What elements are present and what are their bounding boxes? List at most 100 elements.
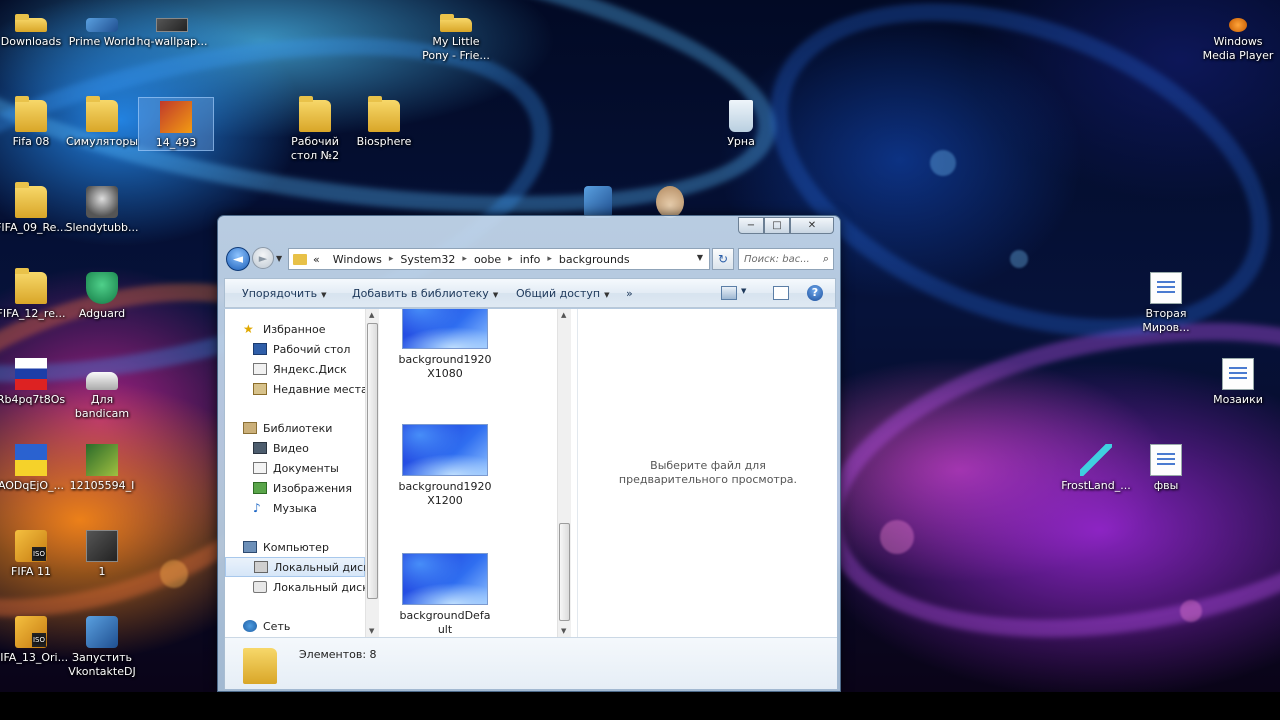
nav-favorites[interactable]: ★ Избранное <box>225 319 365 339</box>
desktop-icon-fifa-11[interactable]: FIFA 11 <box>0 530 69 579</box>
scroll-down-arrow[interactable]: ▼ <box>561 627 566 635</box>
nav-documents[interactable]: Документы <box>225 458 365 478</box>
refresh-button[interactable]: ↻ <box>712 248 734 270</box>
share-menu[interactable]: Общий доступ ▼ <box>516 287 609 300</box>
desktop-icon-adguard[interactable]: Adguard <box>64 272 140 321</box>
nav-label: Документы <box>273 461 339 475</box>
desktop-icon-desktop-2[interactable]: Рабочий стол №2 <box>277 96 353 163</box>
desktop-icon-label: FIFA_13_Ori... <box>0 651 69 664</box>
desktop-icon-frostland[interactable]: FrostLand_... <box>1058 444 1134 493</box>
close-button[interactable]: ✕ <box>790 217 834 234</box>
add-to-library-menu[interactable]: Добавить в библиотеку ▼ <box>352 287 498 300</box>
scroll-up-arrow[interactable]: ▲ <box>369 311 374 319</box>
address-overflow-chevron[interactable]: « <box>313 253 320 266</box>
explorer-window[interactable]: − □ ✕ ◄ ► ▼ « Windows ▸ System32 ▸ oobe … <box>217 215 841 692</box>
breadcrumb-windows[interactable]: Windows <box>333 253 382 266</box>
video-icon <box>253 442 267 454</box>
image-file-icon <box>86 530 118 562</box>
nav-yandex-disk[interactable]: Яндекс.Диск <box>225 359 365 379</box>
file-item[interactable]: background1920 X1200 <box>397 424 493 508</box>
scroll-down-arrow[interactable]: ▼ <box>369 627 374 635</box>
view-options-dropdown[interactable]: ▼ <box>741 287 746 295</box>
folder-icon <box>293 253 307 265</box>
maximize-button[interactable]: □ <box>764 217 790 234</box>
breadcrumb-info[interactable]: info <box>520 253 541 266</box>
desktop-icon-downloads[interactable]: Downloads <box>0 14 69 49</box>
desktop-icon-label: Adguard <box>78 307 126 320</box>
desktop-icon-prime-world[interactable]: Prime World <box>64 18 140 49</box>
file-item[interactable]: background1920 X1080 <box>397 309 493 381</box>
desktop-icon-14-493[interactable]: 14_493 <box>138 97 214 151</box>
desktop-icon-12105594[interactable]: 12105594_I <box>64 444 140 493</box>
nav-pane-scrollbar[interactable]: ▲ ▼ <box>365 309 379 637</box>
desktop-icon-fifa-08[interactable]: Fifa 08 <box>0 96 69 149</box>
desktop-icon-fifa-09[interactable]: FIFA_09_Re... <box>0 182 69 235</box>
desktop-icon-my-little-pony[interactable]: My Little Pony - Frie... <box>418 14 494 63</box>
chevron-down-icon: ▼ <box>604 291 610 299</box>
desktop-icon-biosphere[interactable]: Biosphere <box>346 96 422 149</box>
scroll-up-arrow[interactable]: ▲ <box>561 311 566 319</box>
address-bar[interactable]: « Windows ▸ System32 ▸ oobe ▸ info ▸ bac… <box>288 248 710 270</box>
nav-desktop[interactable]: Рабочий стол <box>225 339 365 359</box>
nav-video[interactable]: Видео <box>225 438 365 458</box>
nav-recent-places[interactable]: Недавние места <box>225 379 365 399</box>
nav-label: Избранное <box>263 322 326 336</box>
file-name: X1200 <box>427 494 463 507</box>
view-options-icon[interactable] <box>721 286 737 300</box>
desktop-icon-aodqejo[interactable]: AODqEjO_... <box>0 444 69 493</box>
sword-icon <box>1080 444 1112 476</box>
breadcrumb-separator[interactable]: ▸ <box>462 254 467 264</box>
desktop-icon-fvy[interactable]: фвы <box>1128 444 1204 493</box>
back-button[interactable]: ◄ <box>226 247 250 271</box>
scrollbar-thumb[interactable] <box>367 323 378 599</box>
recent-pages-dropdown[interactable]: ▼ <box>276 254 282 263</box>
desktop-icon-recycle-bin[interactable]: Урна <box>703 100 779 149</box>
desktop-icon-vkontaktedj[interactable]: Запустить VkontakteDJ <box>64 616 140 679</box>
desktop-icon-fifa-13[interactable]: FIFA_13_Ori... <box>0 616 69 665</box>
scrollbar-thumb[interactable] <box>559 523 570 621</box>
search-input[interactable]: Поиск: bac... ⌕ <box>738 248 834 270</box>
address-dropdown[interactable]: ▼ <box>697 253 703 262</box>
desktop-icon-label: 14_493 <box>155 136 197 149</box>
desktop-icon-fifa-12[interactable]: FIFA_12_re... <box>0 268 69 321</box>
desktop-icon-slendytubbies[interactable]: Slendytubb... <box>64 186 140 235</box>
desktop-icon-bandicam[interactable]: Для bandicam <box>64 358 140 421</box>
desktop-icon-label: Rb4pq7t8Os <box>0 393 66 406</box>
desktop-icon-second-world[interactable]: Вторая Миров... <box>1128 272 1204 335</box>
file-list-scrollbar[interactable]: ▲ ▼ <box>557 309 571 637</box>
bottom-letterbox <box>0 692 1280 720</box>
help-button[interactable]: ? <box>807 285 823 301</box>
organize-menu[interactable]: Упорядочить ▼ <box>242 287 327 300</box>
breadcrumb-separator[interactable]: ▸ <box>389 254 394 264</box>
nav-label: Яндекс.Диск <box>273 362 347 376</box>
breadcrumb-separator[interactable]: ▸ <box>547 254 552 264</box>
preview-pane-icon[interactable] <box>773 286 789 300</box>
nav-local-disk-selected[interactable]: Локальный диск <box>225 557 365 577</box>
iso-file-icon <box>15 616 47 648</box>
desktop-icon-windows-media-player[interactable]: Windows Media Player <box>1200 18 1276 63</box>
forward-button[interactable]: ► <box>252 247 274 269</box>
file-item[interactable]: backgroundDefa ult <box>397 553 493 637</box>
app-icon <box>86 18 118 32</box>
desktop-icon-1[interactable]: 1 <box>64 530 140 579</box>
breadcrumb-separator[interactable]: ▸ <box>508 254 513 264</box>
minimize-button[interactable]: − <box>738 217 764 234</box>
desktop-icon-rb4pq[interactable]: Rb4pq7t8Os <box>0 358 69 407</box>
nav-local-disk[interactable]: Локальный диск <box>225 577 365 597</box>
breadcrumb-system32[interactable]: System32 <box>400 253 455 266</box>
nav-music[interactable]: ♪ Музыка <box>225 498 365 518</box>
shield-icon <box>86 272 118 304</box>
breadcrumb-backgrounds[interactable]: backgrounds <box>559 253 630 266</box>
desktop-icon-mosaics[interactable]: Мозаики <box>1200 358 1276 407</box>
desktop-icon-label: Windows Media Player <box>1202 35 1274 62</box>
desktop-icon-hq-wallpaper[interactable]: hq-wallpap... <box>134 18 210 49</box>
nav-computer[interactable]: Компьютер <box>225 537 365 557</box>
desktop-icon-simulators[interactable]: Симуляторы <box>64 96 140 149</box>
search-icon[interactable]: ⌕ <box>823 252 829 266</box>
nav-pictures[interactable]: Изображения <box>225 478 365 498</box>
more-commands-button[interactable]: » <box>626 287 633 300</box>
share-label: Общий доступ <box>516 287 601 300</box>
breadcrumb-oobe[interactable]: oobe <box>474 253 501 266</box>
nav-libraries[interactable]: Библиотеки <box>225 418 365 438</box>
nav-network[interactable]: Сеть <box>225 616 365 636</box>
